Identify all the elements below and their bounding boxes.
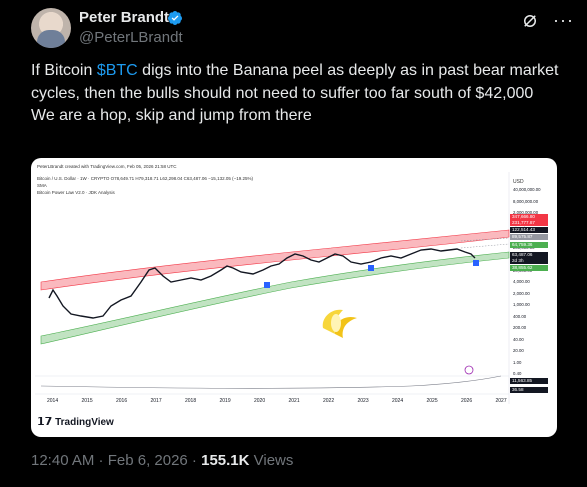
oscillator-line: [40, 375, 502, 389]
views-count: 155.1K: [201, 452, 250, 469]
tweet-prefix: If Bitcoin: [31, 62, 97, 79]
price-axis-label: 1.00: [513, 359, 522, 365]
price-tag: 122,514.43: [510, 227, 548, 233]
author-avatar[interactable]: [31, 8, 71, 48]
tweet-text: If Bitcoin $BTC digs into the Banana pee…: [31, 60, 561, 128]
price-tag: 231,777.87: [510, 220, 548, 226]
price-tag: 2d 3h: [510, 258, 548, 264]
alert-icon: [464, 365, 474, 375]
tweet-timestamp[interactable]: 12:40 AM · Feb 6, 2026 ·: [31, 452, 201, 469]
lower-power-law-band: [40, 251, 510, 345]
views-label: Views: [249, 452, 294, 469]
author-name[interactable]: Peter Brandt: [79, 9, 169, 26]
time-axis-label: 2020: [254, 398, 266, 404]
time-axis-label: 2017: [150, 398, 162, 404]
arrow-up-marker-2: [368, 265, 374, 271]
price-axis-label: 400.00: [513, 313, 527, 319]
cashtag-link[interactable]: $BTC: [97, 62, 138, 79]
tweet-meta: 12:40 AM · Feb 6, 2026 · 155.1K Views: [31, 452, 293, 469]
time-axis-label: 2027: [495, 398, 507, 404]
time-axis-label: 2015: [81, 398, 93, 404]
time-axis-label: 2024: [392, 398, 404, 404]
price-axis-label: 40,000,000.00: [513, 187, 541, 192]
time-axis-label: 2023: [357, 398, 369, 404]
price-axis-label: 200.00: [513, 325, 527, 330]
banana-icon: [322, 309, 357, 338]
time-axis-label: 2025: [426, 398, 438, 404]
price-axis-label: 1,000.00: [513, 302, 530, 307]
price-axis-label: 40.00: [513, 336, 524, 342]
more-options-icon[interactable]: ···: [553, 10, 574, 31]
time-axis-label: 2021: [288, 398, 300, 404]
tweet-line2: We are a hop, skip and jump from there: [31, 107, 312, 124]
time-axis-label: 2018: [185, 398, 197, 404]
price-axis-label: 4,000.00: [513, 279, 530, 284]
time-axis-label: 2019: [219, 398, 231, 404]
currency-label: USD: [513, 179, 524, 185]
price-chart: [35, 172, 510, 404]
verified-badge-icon: [167, 11, 182, 25]
time-axis-label: 2016: [116, 398, 128, 404]
price-tag: 11,563.85: [510, 378, 548, 384]
chart-image[interactable]: PeterLBrandt created with TradingView.co…: [31, 158, 557, 437]
price-axis-label: 8,000,000.00: [513, 198, 539, 204]
author-handle[interactable]: @PeterLBrandt: [79, 29, 183, 46]
time-axis-label: 2014: [47, 398, 59, 404]
arrow-up-marker-3: [473, 260, 479, 266]
tradingview-logo[interactable]: 𝟭𝟳 TradingView: [37, 415, 114, 428]
price-axis-label: 2,000.00: [513, 290, 530, 296]
price-tag: 64,759.36: [510, 242, 548, 248]
arrow-up-marker-1: [264, 282, 270, 288]
price-axis-label: 0.40: [513, 371, 522, 376]
price-axis-label: 20.00: [513, 348, 524, 353]
time-axis-label: 2026: [461, 398, 473, 404]
time-axis-label: 2022: [323, 398, 335, 404]
price-tag: 38,855.62: [510, 265, 548, 271]
price-tag: 89,575.87: [510, 234, 548, 240]
price-tag: 36.58: [510, 387, 548, 393]
grok-icon[interactable]: [521, 12, 539, 30]
